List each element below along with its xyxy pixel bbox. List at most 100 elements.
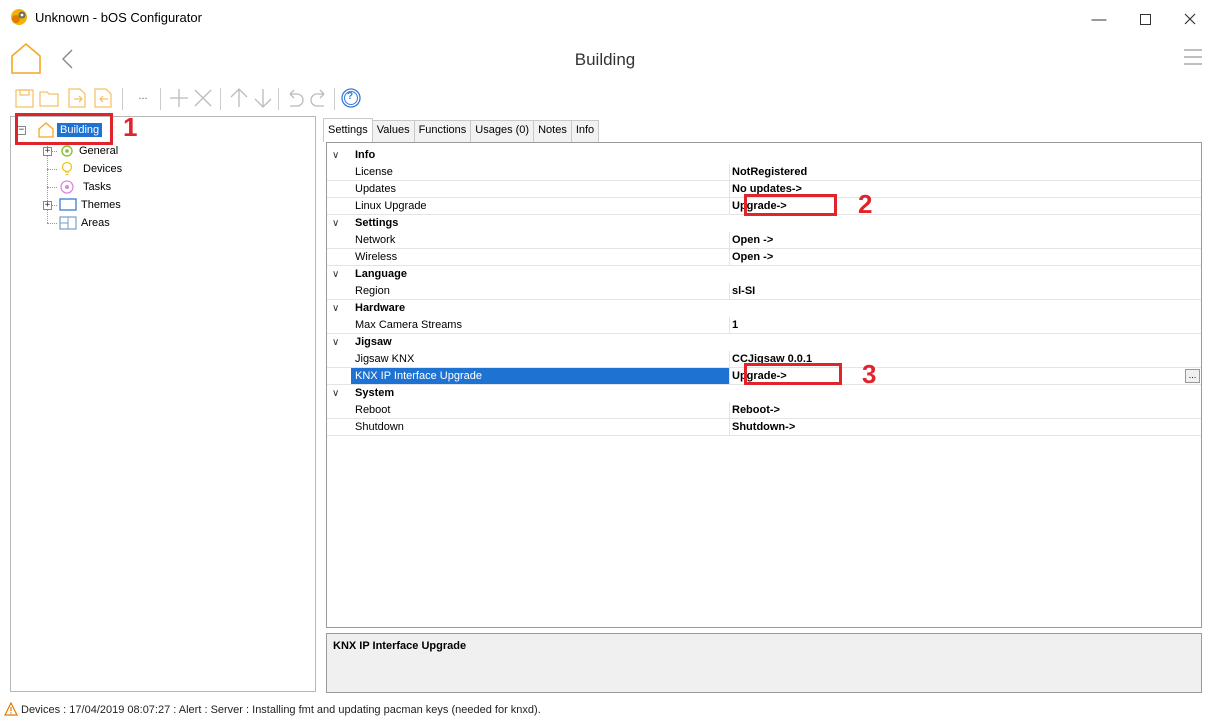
status-bar: Devices : 17/04/2019 08:07:27 : Alert : …	[0, 697, 1210, 723]
tasks-icon	[60, 180, 74, 194]
category-language[interactable]: ∨ Language	[327, 266, 1201, 283]
annotation-box-3	[744, 363, 842, 385]
minimize-icon: —	[1091, 10, 1107, 28]
property-row-reboot[interactable]: Reboot Reboot->	[327, 402, 1201, 419]
annotation-number-1: 1	[123, 112, 138, 142]
reboot-link[interactable]: Reboot->	[732, 404, 780, 416]
hamburger-menu-icon[interactable]	[1183, 48, 1203, 66]
import-button[interactable]	[92, 86, 114, 110]
tree-item-devices[interactable]: Devices	[11, 160, 311, 178]
tree-item-areas[interactable]: Areas	[11, 214, 311, 232]
chevron-down-icon[interactable]: ∨	[332, 266, 342, 283]
move-down-button[interactable]	[252, 86, 274, 110]
property-row-shutdown[interactable]: Shutdown Shutdown->	[327, 419, 1201, 436]
category-system[interactable]: ∨ System	[327, 385, 1201, 402]
annotation-number-3: 3	[862, 359, 877, 389]
close-button[interactable]	[1167, 6, 1210, 32]
save-icon	[15, 89, 34, 108]
undo-icon	[289, 89, 304, 107]
maximize-icon	[1139, 13, 1151, 25]
chevron-down-icon[interactable]: ∨	[332, 215, 342, 232]
general-settings-icon	[61, 145, 73, 157]
tree-item-tasks[interactable]: Tasks	[11, 178, 311, 196]
property-row-wireless[interactable]: Wireless Open ->	[327, 249, 1201, 266]
toolbar-separator	[278, 88, 279, 110]
tree-panel: − Building + General Devices Tasks + The…	[10, 116, 316, 692]
property-row-network[interactable]: Network Open ->	[327, 232, 1201, 249]
max-camera-streams-value[interactable]: 1	[732, 319, 738, 331]
tree-label-general: General	[79, 145, 119, 157]
toolbar-separator	[160, 88, 161, 110]
help-button[interactable]: ?	[340, 86, 362, 110]
arrow-down-icon	[254, 89, 272, 108]
status-message: Devices : 17/04/2019 08:07:27 : Alert : …	[21, 704, 541, 716]
annotation-box-1	[15, 113, 113, 145]
chevron-down-icon[interactable]: ∨	[332, 385, 342, 402]
toolbar: ... ?	[10, 84, 430, 116]
tab-values[interactable]: Values	[371, 120, 415, 142]
ellipsis-button[interactable]: ...	[1185, 369, 1200, 383]
toolbar-separator	[122, 88, 123, 110]
add-button[interactable]	[168, 86, 190, 110]
chevron-down-icon[interactable]: ∨	[332, 334, 342, 351]
category-info[interactable]: ∨ Info	[327, 147, 1201, 164]
tab-usages[interactable]: Usages (0)	[470, 120, 535, 142]
export-icon	[68, 88, 86, 108]
import-icon	[94, 88, 112, 108]
monitor-icon	[59, 198, 77, 211]
wireless-open-link[interactable]: Open ->	[732, 251, 773, 263]
description-title: KNX IP Interface Upgrade	[333, 640, 467, 652]
expand-icon[interactable]: +	[43, 147, 52, 156]
chevron-down-icon[interactable]: ∨	[332, 147, 342, 164]
category-jigsaw[interactable]: ∨ Jigsaw	[327, 334, 1201, 351]
property-row-region[interactable]: Region sl-SI	[327, 283, 1201, 300]
category-settings[interactable]: ∨ Settings	[327, 215, 1201, 232]
more-button[interactable]: ...	[132, 86, 154, 110]
move-up-button[interactable]	[228, 86, 250, 110]
chevron-down-icon[interactable]: ∨	[332, 300, 342, 317]
page-title: Building	[574, 50, 636, 69]
category-hardware[interactable]: ∨ Hardware	[327, 300, 1201, 317]
shutdown-link[interactable]: Shutdown->	[732, 421, 795, 433]
license-value: NotRegistered	[732, 166, 808, 178]
property-row-license[interactable]: License NotRegistered	[327, 164, 1201, 181]
delete-button[interactable]	[192, 86, 214, 110]
property-tabs: Settings Values Functions Usages (0) Not…	[323, 118, 600, 142]
annotation-box-2	[744, 194, 837, 216]
folder-icon	[39, 91, 59, 107]
window-title: Unknown - bOS Configurator	[35, 10, 202, 25]
toolbar-separator	[220, 88, 221, 110]
tab-notes[interactable]: Notes	[533, 120, 572, 142]
expand-icon[interactable]: +	[43, 201, 52, 210]
undo-button[interactable]	[284, 86, 306, 110]
open-folder-button[interactable]	[38, 86, 60, 110]
region-value[interactable]: sl-SI	[732, 285, 755, 297]
floorplan-icon	[59, 216, 77, 230]
tree-label-devices: Devices	[83, 163, 123, 175]
export-button[interactable]	[66, 86, 88, 110]
app-header: Building	[0, 36, 1210, 84]
tab-functions[interactable]: Functions	[413, 120, 472, 142]
help-glyph: ?	[347, 91, 354, 102]
minimize-button[interactable]: —	[1076, 6, 1122, 32]
save-button[interactable]	[14, 86, 36, 110]
title-bar: Unknown - bOS Configurator —	[0, 0, 1210, 36]
tree-label-areas: Areas	[81, 217, 110, 229]
tab-info[interactable]: Info	[570, 120, 600, 142]
property-row-max-camera-streams[interactable]: Max Camera Streams 1	[327, 317, 1201, 334]
tree-label-tasks: Tasks	[83, 181, 112, 193]
tree-label-themes: Themes	[81, 199, 121, 211]
network-open-link[interactable]: Open ->	[732, 234, 773, 246]
maximize-button[interactable]	[1122, 6, 1168, 32]
lightbulb-icon	[61, 161, 73, 176]
redo-button[interactable]	[308, 86, 330, 110]
close-icon	[1184, 13, 1196, 25]
app-gear-icon	[11, 9, 27, 25]
description-panel: KNX IP Interface Upgrade	[326, 633, 1202, 693]
toolbar-separator	[334, 88, 335, 110]
annotation-number-2: 2	[858, 189, 873, 219]
tab-settings[interactable]: Settings	[323, 118, 373, 142]
x-icon	[194, 89, 212, 107]
plus-icon	[170, 89, 188, 107]
tree-item-themes[interactable]: + Themes	[11, 196, 311, 214]
